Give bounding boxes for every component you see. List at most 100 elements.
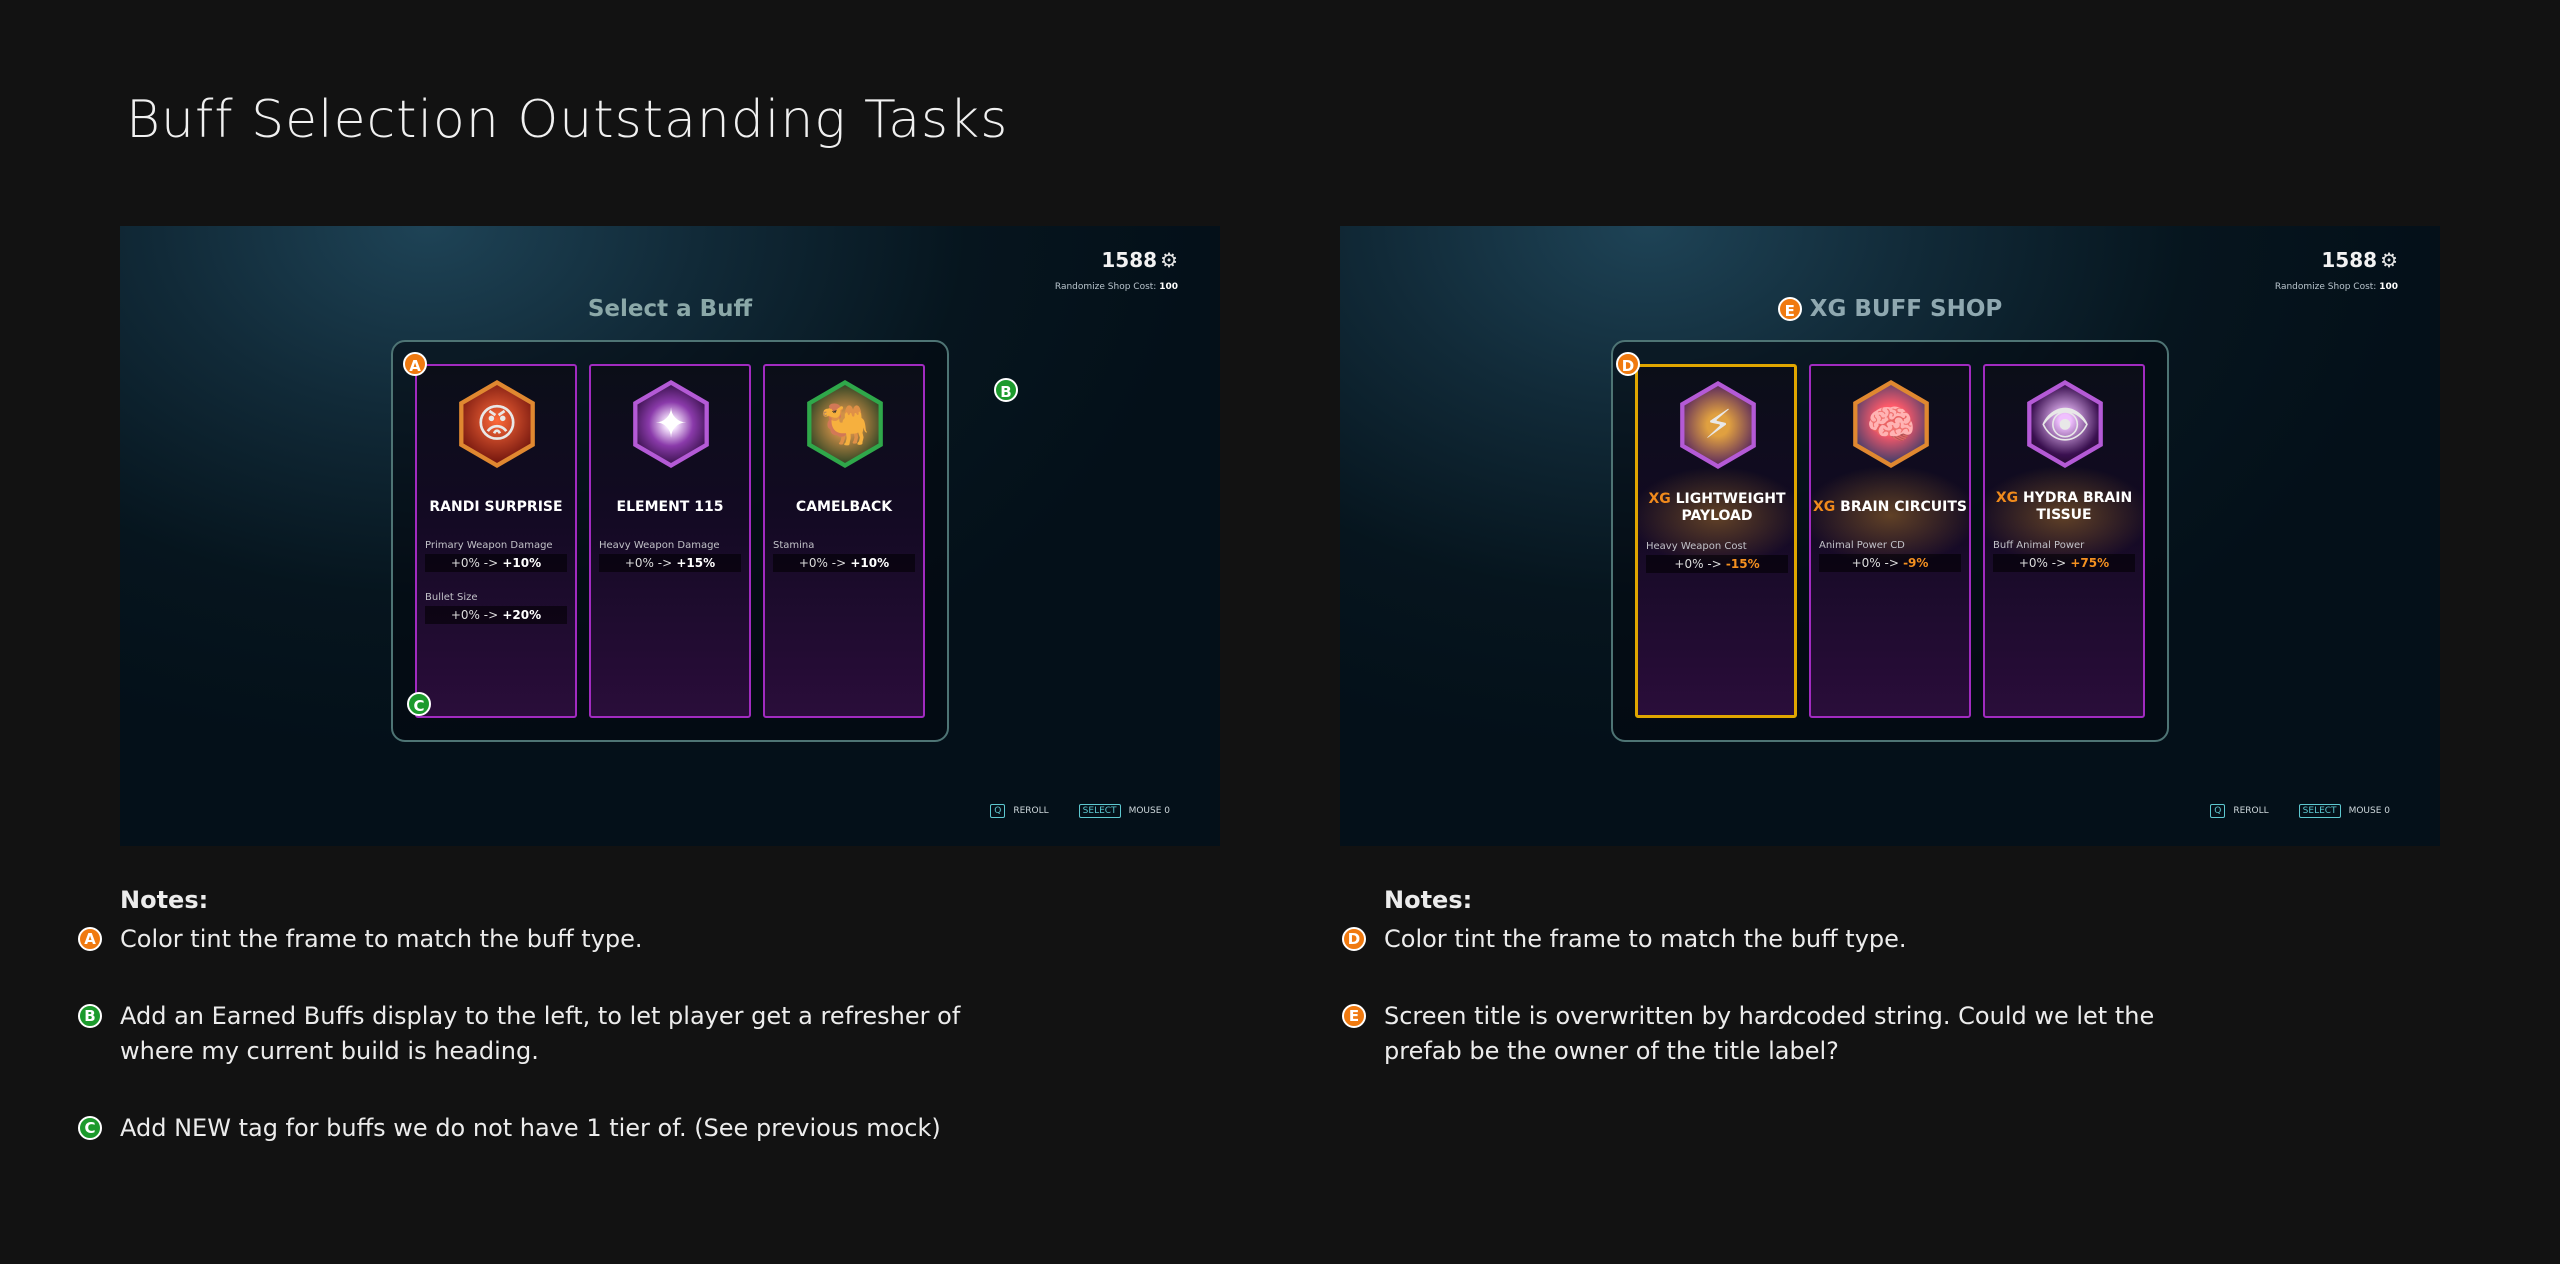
stat-new: +10% (850, 556, 890, 570)
buff-panel: ⚡ XG LIGHTWEIGHT PAYLOAD Heavy Weapon Co… (1611, 340, 2169, 742)
stat-new: -9% (1903, 556, 1929, 570)
screen-title-text: XG BUFF SHOP (1809, 296, 2003, 322)
note-text: Color tint the frame to match the buff t… (1384, 925, 1907, 953)
stat-value: +0% -> +20% (425, 606, 567, 624)
buff-card-hydra-brain-tissue[interactable]: 👁 XG HYDRA BRAIN TISSUE Buff Animal Powe… (1983, 364, 2145, 718)
stat-base: +0% -> (1674, 557, 1722, 571)
xg-buff-shop-mockup: 1588 ⚙ Randomize Shop Cost: 100 E XG BUF… (1340, 226, 2440, 846)
stat-label: Heavy Weapon Cost (1646, 541, 1747, 552)
note-item: C Add NEW tag for buffs we do not have 1… (78, 1111, 1178, 1146)
reroll-hint[interactable]: REROLL (2233, 806, 2268, 816)
xg-prefix: XG (1995, 490, 2019, 506)
input-hints: Q REROLL SELECT MOUSE 0 (990, 804, 1170, 818)
buff-name: ELEMENT 115 (616, 499, 724, 515)
randi-mascot-icon: 😡 (463, 385, 531, 463)
stat-label: Bullet Size (425, 592, 478, 603)
buff-stat: Animal Power CD +0% -> -9% (1819, 540, 1961, 572)
starburst-icon: ✦ (637, 385, 705, 463)
buff-card-randi-surprise[interactable]: 😡 RANDI SURPRISE Primary Weapon Damage +… (415, 364, 577, 718)
buff-stat: Heavy Weapon Cost +0% -> -15% (1646, 541, 1788, 573)
note-marker-c: C (78, 1116, 102, 1140)
stat-value: +0% -> -15% (1646, 555, 1788, 573)
buff-icon-frame: 😡 (459, 380, 535, 468)
buff-icon-frame: 👁 (2027, 380, 2103, 468)
buff-name: XG HYDRA BRAIN TISSUE (1985, 490, 2143, 524)
randomize-cost: Randomize Shop Cost: 100 (1055, 282, 1178, 292)
buff-icon-frame: 🐫 (807, 380, 883, 468)
select-key: SELECT (1078, 804, 1121, 818)
randomize-cost-label: Randomize Shop Cost: (1054, 282, 1157, 292)
buff-icon-frame: ✦ (633, 380, 709, 468)
gear-currency-icon: ⚙ (1160, 248, 1178, 272)
stat-value: +0% -> +10% (425, 554, 567, 572)
stat-new: -15% (1725, 557, 1760, 571)
currency-amount: 1588 (1101, 248, 1158, 272)
buff-name-line2: PAYLOAD (1681, 508, 1753, 524)
buff-card-element-115[interactable]: ✦ ELEMENT 115 Heavy Weapon Damage +0% ->… (589, 364, 751, 718)
note-marker-d: D (1342, 927, 1366, 951)
stat-base: +0% -> (798, 556, 847, 570)
note-text: Add NEW tag for buffs we do not have 1 t… (120, 1114, 941, 1142)
notes-left: Notes: A Color tint the frame to match t… (78, 886, 1178, 1188)
currency-display: 1588 ⚙ (1101, 248, 1178, 272)
stat-value: +0% -> +75% (1993, 554, 2135, 572)
reroll-key: Q (990, 804, 1006, 818)
note-marker-b: B (78, 1004, 102, 1028)
stat-base: +0% -> (450, 556, 499, 570)
buff-name: CAMELBACK (795, 499, 893, 515)
buff-stat: Stamina +0% -> +10% (773, 540, 915, 572)
note-item: D Color tint the frame to match the buff… (1342, 922, 2442, 957)
note-marker-e: E (1342, 1004, 1366, 1028)
stat-new: +20% (502, 608, 542, 622)
buff-stat: Heavy Weapon Damage +0% -> +15% (599, 540, 741, 572)
xg-prefix: XG (1648, 491, 1671, 507)
annotation-marker-c: C (407, 692, 431, 716)
input-hints: Q REROLL SELECT MOUSE 0 (2210, 804, 2390, 818)
note-text: Screen title is overwritten by hardcoded… (1384, 1002, 2155, 1065)
stat-new: +75% (2070, 556, 2110, 570)
buff-icon-frame: ⚡ (1680, 381, 1756, 469)
stat-base: +0% -> (450, 608, 499, 622)
stat-label: Primary Weapon Damage (425, 540, 553, 551)
gear-currency-icon: ⚙ (2380, 248, 2398, 272)
randomize-cost-value: 100 (1159, 282, 1178, 292)
select-key: SELECT (2298, 804, 2341, 818)
stat-base: +0% -> (2018, 556, 2067, 570)
select-hint[interactable]: MOUSE 0 (1129, 806, 1170, 816)
note-text: Color tint the frame to match the buff t… (120, 925, 643, 953)
stat-label: Heavy Weapon Damage (599, 540, 720, 551)
buff-card-brain-circuits[interactable]: 🧠 XG BRAIN CIRCUITS Animal Power CD +0% … (1809, 364, 1971, 718)
payload-icon: ⚡ (1684, 386, 1752, 464)
buff-select-mockup: 1588 ⚙ Randomize Shop Cost: 100 Select a… (120, 226, 1220, 846)
page-title: Buff Selection Outstanding Tasks (126, 90, 1009, 150)
notes-right: Notes: D Color tint the frame to match t… (1342, 886, 2442, 1111)
select-hint[interactable]: MOUSE 0 (2349, 806, 2390, 816)
note-text: Add an Earned Buffs display to the left,… (120, 1002, 961, 1065)
stat-new: +15% (676, 556, 716, 570)
reroll-hint[interactable]: REROLL (1013, 806, 1048, 816)
buff-card-lightweight-payload[interactable]: ⚡ XG LIGHTWEIGHT PAYLOAD Heavy Weapon Co… (1635, 364, 1797, 718)
buff-icon-frame: 🧠 (1853, 380, 1929, 468)
screen-title-text: Select a Buff (587, 296, 753, 322)
currency-display: 1588 ⚙ (2321, 248, 2398, 272)
randomize-cost-label: Randomize Shop Cost: (2274, 282, 2377, 292)
note-item: A Color tint the frame to match the buff… (78, 922, 1178, 957)
buff-card-camelback[interactable]: 🐫 CAMELBACK Stamina +0% -> +10% (763, 364, 925, 718)
note-marker-a: A (78, 927, 102, 951)
annotation-marker-e: E (1777, 297, 1802, 321)
buff-name-line1: BRAIN CIRCUITS (1840, 499, 1967, 515)
stat-value: +0% -> -9% (1819, 554, 1961, 572)
note-item: B Add an Earned Buffs display to the lef… (78, 999, 1178, 1069)
buff-stat: Buff Animal Power +0% -> +75% (1993, 540, 2135, 572)
stat-base: +0% -> (1851, 556, 1899, 570)
annotation-marker-b: B (994, 378, 1018, 402)
currency-amount: 1588 (2321, 248, 2378, 272)
buff-panel: 😡 RANDI SURPRISE Primary Weapon Damage +… (391, 340, 949, 742)
notes-heading: Notes: (120, 886, 209, 914)
stat-label: Stamina (773, 540, 815, 551)
buff-name: RANDI SURPRISE (429, 499, 563, 515)
brain-icon: 🧠 (1857, 385, 1925, 463)
stat-new: +10% (502, 556, 542, 570)
buff-name-line2: TISSUE (2036, 507, 2092, 523)
xg-prefix: XG (1812, 499, 1836, 515)
